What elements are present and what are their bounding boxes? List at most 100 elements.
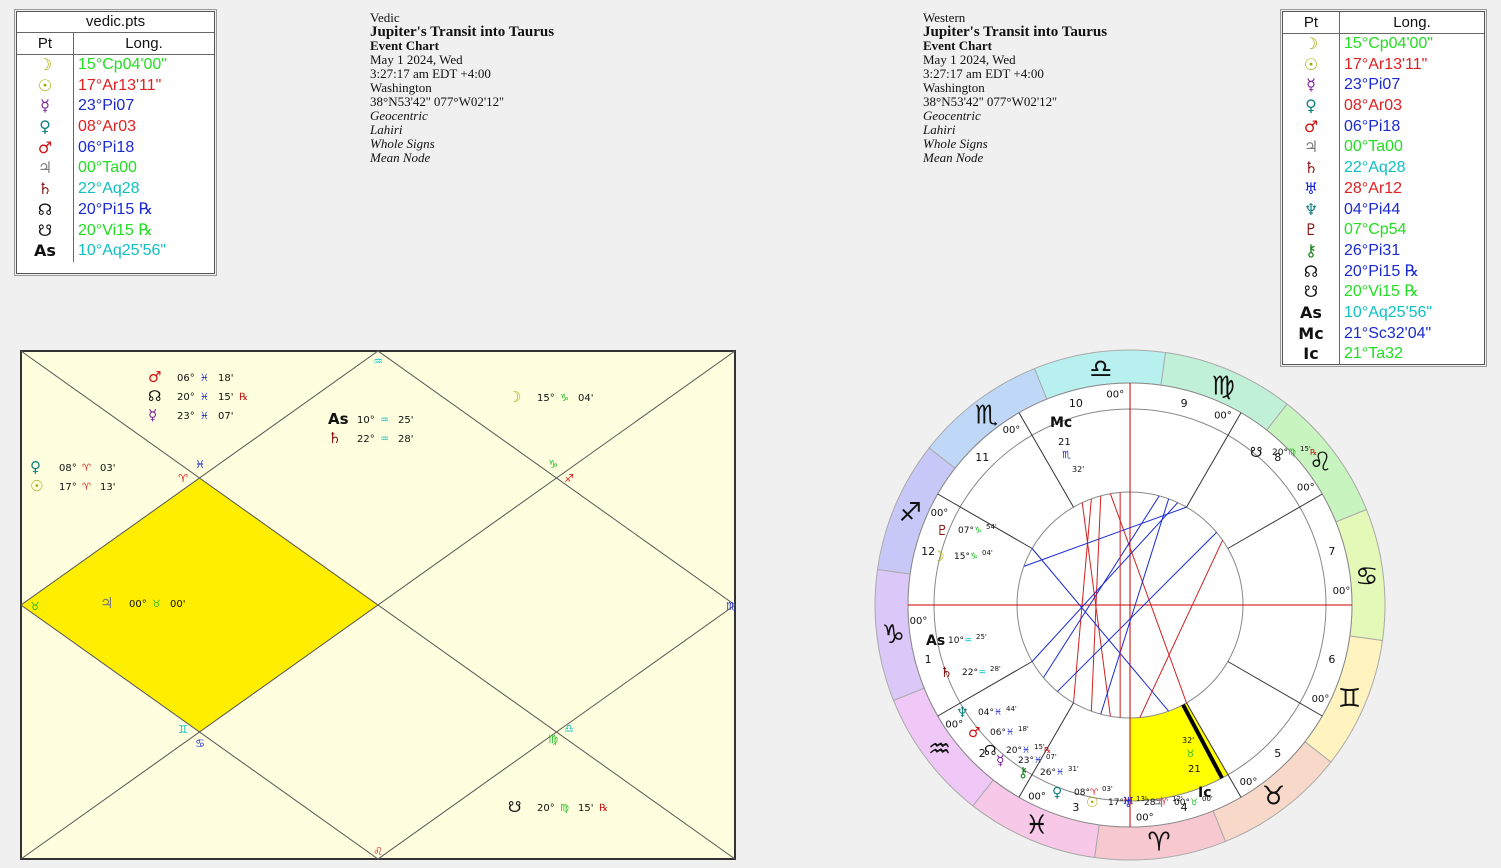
planet-degree: 00°	[1174, 798, 1190, 808]
planet-minute: 28'	[990, 665, 1001, 673]
planet-minute: 44'	[1006, 705, 1017, 713]
mercury-icon: ☿	[17, 96, 74, 118]
table-row: ☊ 20°Pi15 ℞	[1283, 261, 1484, 283]
cusp-degree-label: 00°	[1333, 586, 1351, 597]
chart-time: 3:27:17 am EDT +4:00	[370, 66, 491, 81]
midheaven-icon: Mc	[1283, 323, 1340, 345]
north-node-icon: ☊	[17, 199, 74, 221]
chart-system: Vedic	[370, 10, 400, 25]
saturn-icon: ♄	[17, 179, 74, 200]
chart-option: Mean Node	[370, 150, 431, 165]
table-row: ♀ 08°Ar03	[17, 117, 214, 138]
longitude-value: 06°Pi18	[78, 138, 135, 156]
venus-icon: ♀	[1283, 96, 1340, 117]
zodiac-sign-icon: ♓	[1025, 811, 1048, 841]
chiron-icon: ⚷	[1283, 240, 1340, 262]
sign-label: ♍	[548, 733, 558, 746]
uranus-icon: ♅	[1283, 178, 1340, 200]
table-row: As 10°Aq25'56"	[17, 241, 214, 262]
planet-sign: ♓	[994, 708, 1002, 718]
chart-option: Mean Node	[923, 150, 984, 165]
planet-sign: ♑	[560, 393, 569, 404]
longitude-value: 22°Aq28	[1344, 159, 1406, 177]
planet-sign: ♓	[1034, 756, 1042, 766]
planet-glyph-icon: ♂	[148, 368, 161, 386]
table-row: ☊ 20°Pi15 ℞	[17, 199, 214, 221]
sign-label: ♉	[30, 600, 40, 613]
mercury-icon: ☿	[1283, 75, 1340, 97]
planet-degree: 20°	[537, 803, 555, 814]
planet-glyph-icon: ♀	[1052, 785, 1062, 801]
moon-icon: ☽	[1283, 34, 1340, 55]
planet-sign: ♓	[200, 392, 209, 403]
planet-minute: 03'	[1102, 785, 1113, 793]
north-node-icon: ☊	[1283, 261, 1340, 283]
sign-label: ♐	[564, 472, 574, 485]
longitude-value: 26°Pi31	[1344, 241, 1401, 259]
planet-glyph-icon: ☿	[148, 406, 157, 424]
planet-sign: ♈	[82, 463, 91, 474]
house-number: 3	[1072, 801, 1079, 814]
planet-minute: 00'	[1202, 795, 1213, 803]
chart-option: Geocentric	[923, 108, 981, 123]
table-row: ☉ 17°Ar13'11"	[17, 75, 214, 97]
cusp-degree-label: 00°	[1214, 410, 1232, 421]
planet-sign: ♈	[82, 482, 91, 493]
planet-degree: 26°	[1040, 768, 1056, 778]
table-row: ♂ 06°Pi18	[17, 137, 214, 159]
planet-degree: 20°	[1272, 448, 1288, 458]
planet-glyph-icon: ♃	[1152, 795, 1165, 811]
planet-glyph-icon: As	[328, 410, 349, 428]
western-chart-wheel: ♈♉♊♋♌♍♎♏♐♑♒♓00°100°200°300°400°500°600°7…	[874, 349, 1386, 861]
planet-glyph-icon: ♂	[968, 725, 981, 741]
zodiac-sign-icon: ♎	[1089, 354, 1112, 384]
longitude-value: 07°Cp54	[1344, 221, 1407, 239]
planet-sign: ♒	[380, 434, 389, 445]
retrograde-icon: ℞	[239, 392, 248, 403]
vedic-table-caption: vedic.pts	[17, 12, 214, 33]
longitude-value: 15°Cp04'00"	[1344, 35, 1433, 52]
planet-sign: ♓	[200, 373, 209, 384]
col-pt-header: Pt	[17, 33, 74, 54]
planet-degree: 22°	[357, 434, 375, 445]
mars-icon: ♂	[17, 137, 74, 159]
planet-minute: 04'	[578, 393, 593, 404]
table-row: ☋ 20°Vi15 ℞	[17, 220, 214, 242]
jupiter-icon: ♃	[17, 158, 74, 180]
table-row: ⚷ 26°Pi31	[1283, 240, 1484, 262]
chart-coords: 38°N53'42'' 077°W02'12''	[923, 94, 1057, 109]
sign-label: ♒	[373, 355, 383, 368]
retrograde-icon: ℞	[599, 803, 608, 814]
planet-sign: ♓	[200, 411, 209, 422]
planet-sign: ♓	[1006, 728, 1014, 738]
planet-degree: 15°	[954, 552, 970, 562]
sign-label: ♑	[548, 458, 558, 471]
cusp-degree-label: 00°	[1312, 694, 1330, 705]
planet-minute: 15'	[218, 392, 233, 403]
table-row: ♃ 00°Ta00	[1283, 137, 1484, 159]
longitude-value: 00°Ta00	[78, 159, 137, 177]
chart-place: Washington	[370, 80, 432, 95]
planet-glyph-icon: ♀	[30, 458, 41, 476]
sign-label: ♎	[564, 722, 574, 735]
retrograde-icon: ℞	[1310, 448, 1317, 457]
mars-icon: ♂	[1283, 116, 1340, 138]
longitude-value: 20°Pi15 ℞	[78, 200, 154, 218]
planet-glyph-icon: ☉	[30, 477, 43, 495]
chart-type: Event Chart	[370, 38, 439, 53]
midheaven-icon: Mc	[1050, 415, 1072, 431]
western-table-body: ☽ 15°Cp04'00" ☉ 17°Ar13'11" ☿ 23°Pi07 ♀ 08°Ar03…	[1283, 34, 1484, 365]
planet-sign: ♑	[970, 552, 978, 562]
planet-minute: 07'	[1046, 753, 1057, 761]
south-node-icon: ☋	[17, 220, 74, 242]
chart-option: Lahiri	[923, 122, 956, 137]
planet-degree: 04°	[978, 708, 994, 718]
mc-minute: 32'	[1072, 465, 1084, 474]
planet-minute: 00'	[170, 599, 185, 610]
house-number: 10	[1069, 397, 1083, 410]
chart-time: 3:27:17 am EDT +4:00	[923, 66, 1044, 81]
planet-degree: 10°	[357, 415, 375, 426]
house-number: 6	[1328, 653, 1335, 666]
planet-sign: ♍	[1288, 448, 1296, 458]
sign-label: ♋	[195, 737, 205, 750]
